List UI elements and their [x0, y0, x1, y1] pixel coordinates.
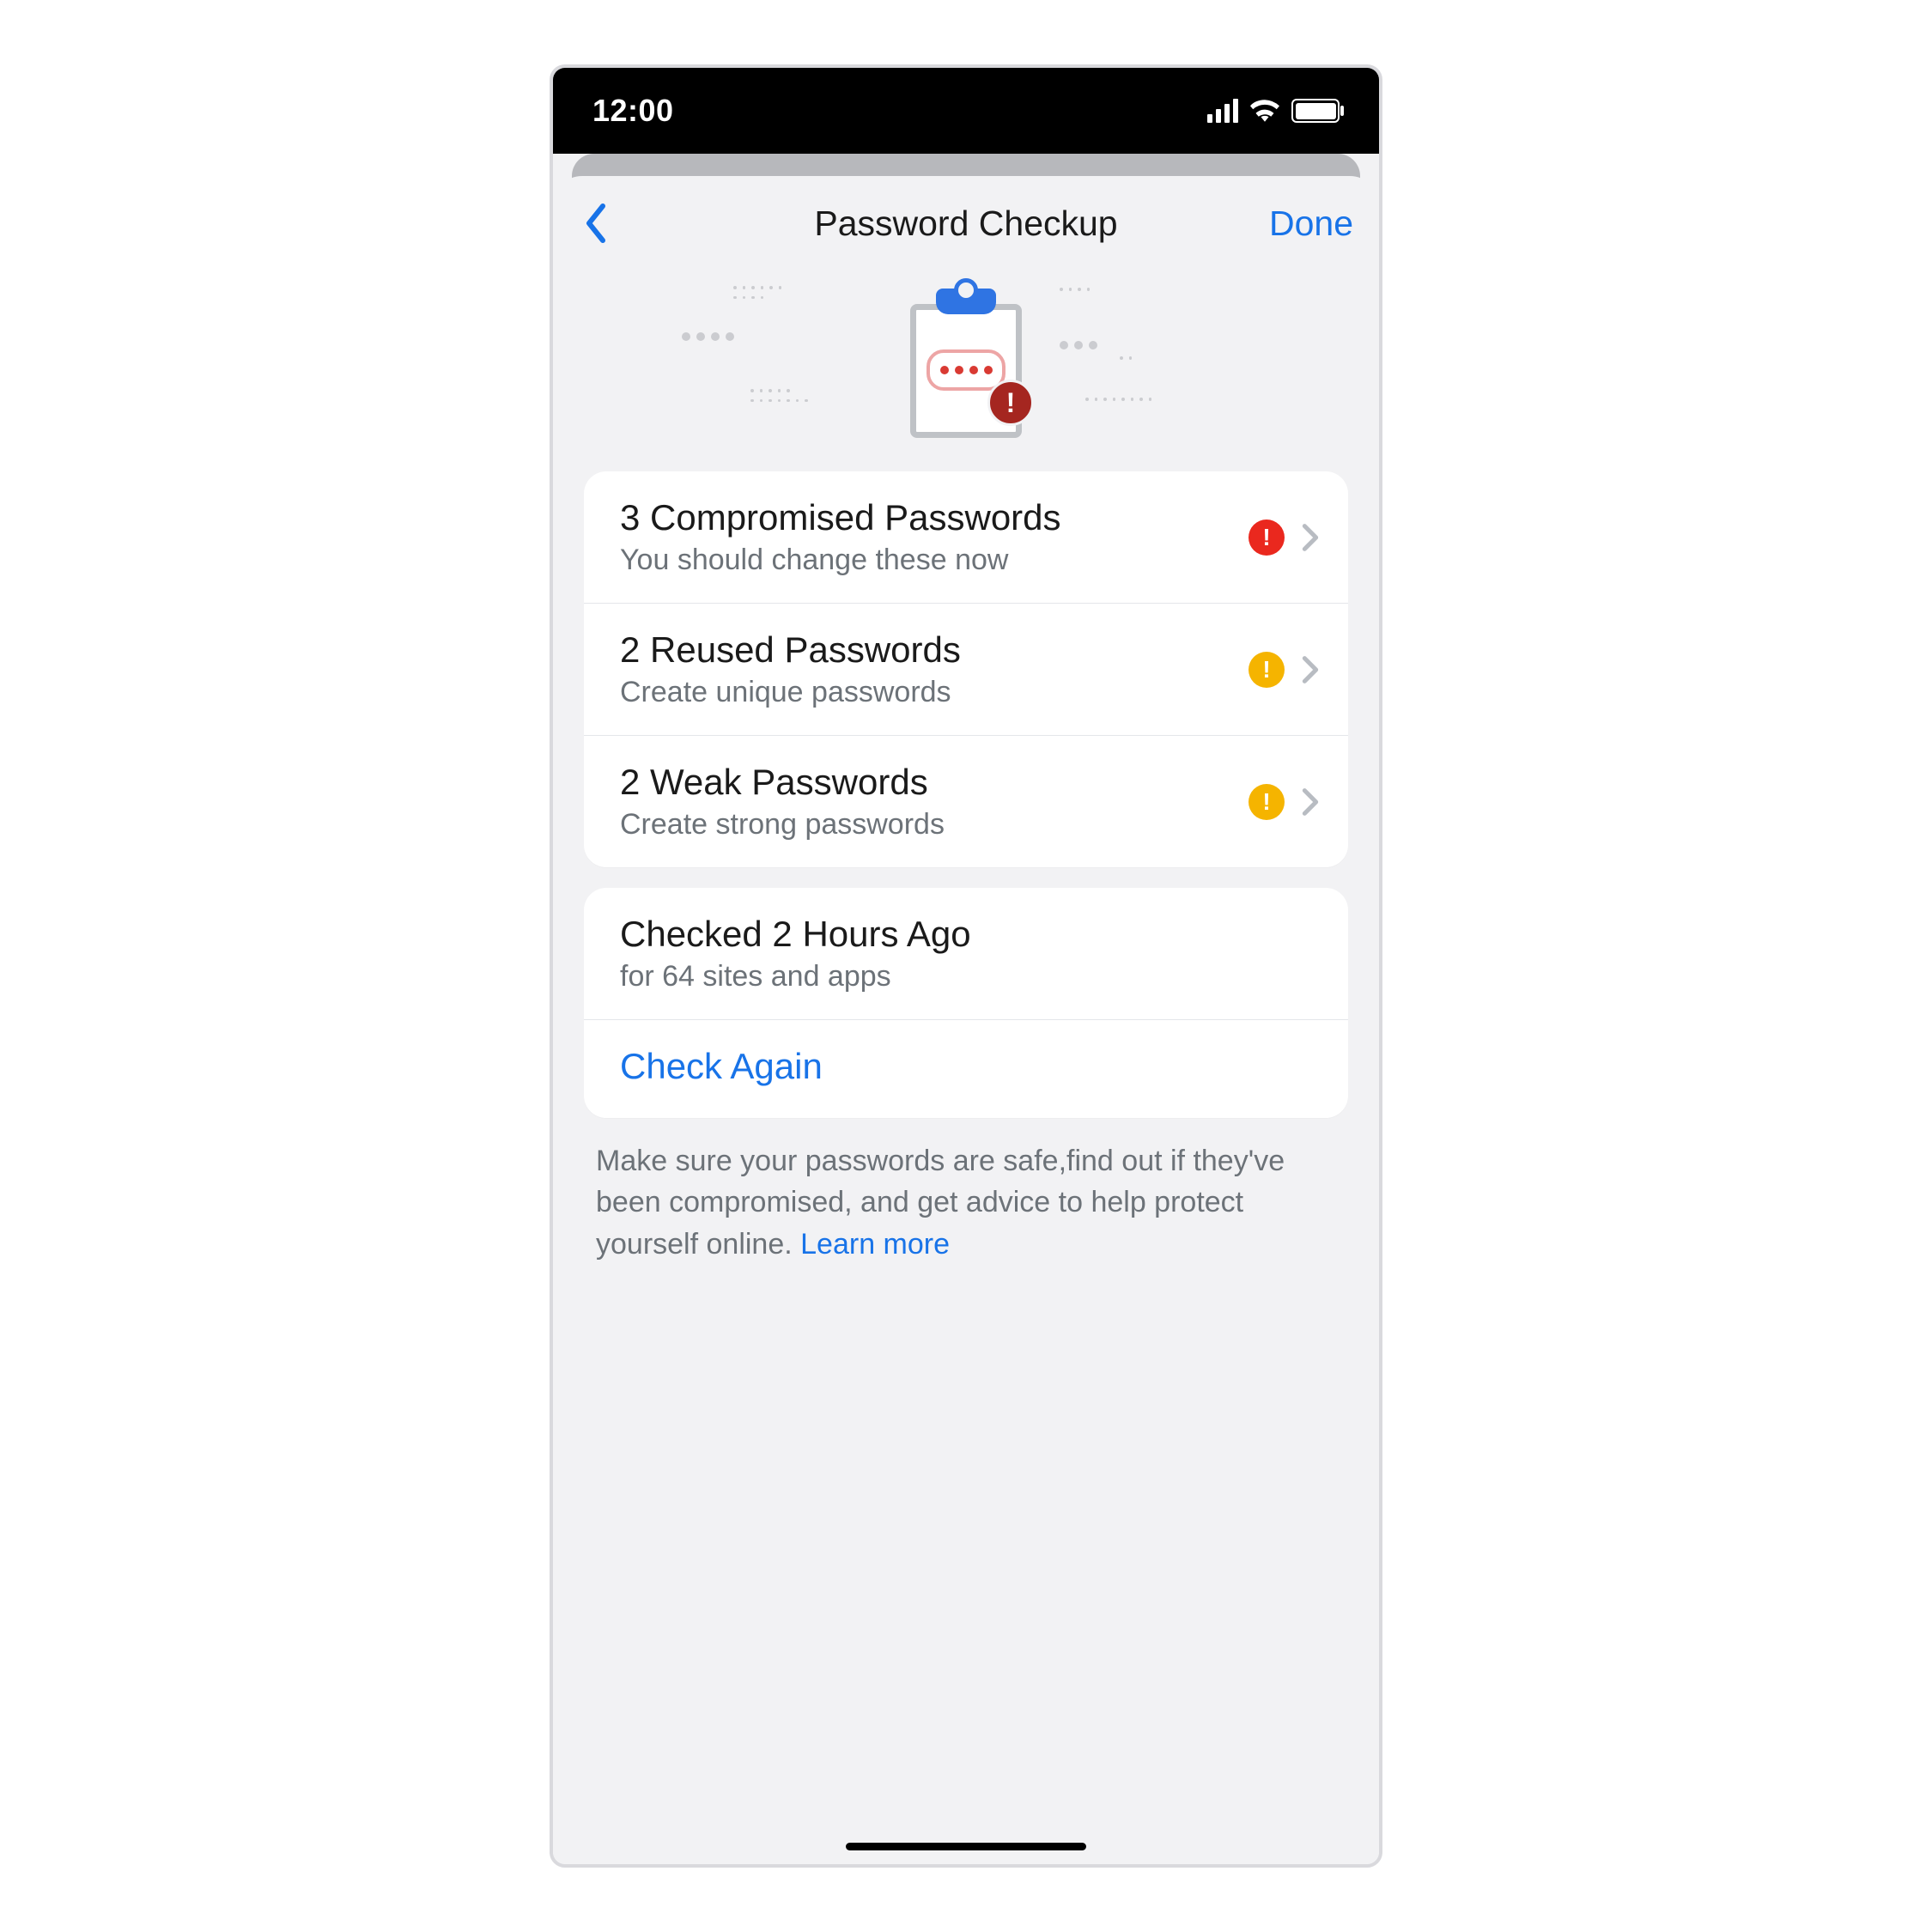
- done-button[interactable]: Done: [1269, 204, 1353, 244]
- row-subtitle: Create strong passwords: [620, 808, 1231, 841]
- warning-icon: !: [1249, 652, 1285, 688]
- phone-frame: 12:00 Password Checkup Done: [550, 64, 1382, 1868]
- hero-illustration: !: [553, 270, 1379, 451]
- footer-text: Make sure your passwords are safe,find o…: [596, 1140, 1336, 1265]
- row-subtitle: You should change these now: [620, 544, 1231, 577]
- check-again-label: Check Again: [620, 1046, 823, 1087]
- check-again-button[interactable]: Check Again: [584, 1019, 1348, 1118]
- chevron-right-icon: [1302, 787, 1319, 817]
- status-subtitle: for 64 sites and apps: [620, 960, 1319, 993]
- status-bar: 12:00: [553, 68, 1379, 154]
- chevron-left-icon: [584, 203, 608, 244]
- status-title: Checked 2 Hours Ago: [620, 914, 1319, 955]
- learn-more-link[interactable]: Learn more: [800, 1228, 950, 1261]
- home-indicator[interactable]: [846, 1843, 1086, 1850]
- back-button[interactable]: [579, 197, 613, 249]
- reused-passwords-row[interactable]: 2 Reused Passwords Create unique passwor…: [584, 603, 1348, 735]
- row-title: 3 Compromised Passwords: [620, 497, 1231, 538]
- row-title: 2 Reused Passwords: [620, 629, 1231, 671]
- wifi-icon: [1250, 100, 1279, 122]
- page-title: Password Checkup: [553, 204, 1379, 244]
- row-title: 2 Weak Passwords: [620, 762, 1231, 803]
- last-checked: Checked 2 Hours Ago for 64 sites and app…: [584, 888, 1348, 1019]
- issues-list: 3 Compromised Passwords You should chang…: [584, 471, 1348, 867]
- clipboard-icon: !: [910, 283, 1022, 438]
- check-status-card: Checked 2 Hours Ago for 64 sites and app…: [584, 888, 1348, 1118]
- alert-icon: !: [1249, 519, 1285, 556]
- chevron-right-icon: [1302, 655, 1319, 684]
- alert-badge-icon: !: [987, 380, 1034, 426]
- row-subtitle: Create unique passwords: [620, 676, 1231, 709]
- status-icons: [1207, 99, 1340, 123]
- status-time: 12:00: [592, 93, 674, 129]
- battery-icon: [1291, 99, 1340, 123]
- warning-icon: !: [1249, 784, 1285, 820]
- signal-icon: [1207, 99, 1238, 123]
- compromised-passwords-row[interactable]: 3 Compromised Passwords You should chang…: [584, 471, 1348, 603]
- modal-sheet: Password Checkup Done !: [553, 176, 1379, 1864]
- chevron-right-icon: [1302, 523, 1319, 552]
- nav-header: Password Checkup Done: [553, 176, 1379, 270]
- weak-passwords-row[interactable]: 2 Weak Passwords Create strong passwords…: [584, 735, 1348, 867]
